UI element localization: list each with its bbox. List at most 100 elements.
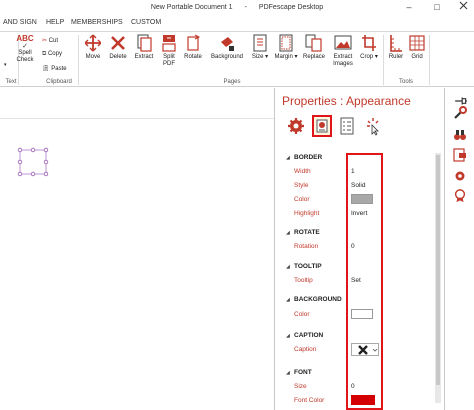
border-color-label: Color <box>294 196 310 203</box>
move-icon <box>85 34 101 52</box>
cut-label: Cut <box>48 38 59 44</box>
move-button[interactable]: Move <box>82 34 104 61</box>
size-button[interactable]: Size ▾ <box>249 34 271 61</box>
rotate-icon <box>187 34 201 51</box>
split-pdf-icon <box>162 35 176 52</box>
margin-button[interactable]: Margin ▾ <box>273 34 299 61</box>
document-flag-icon[interactable] <box>453 148 467 162</box>
section-background: BACKGROUND <box>294 296 342 303</box>
background-label: Background <box>210 54 244 60</box>
menu-memberships[interactable]: MEMBERSHIPS <box>71 19 123 26</box>
properties-scrollbar[interactable] <box>435 153 441 403</box>
pages-group-label: Pages <box>223 79 241 85</box>
crop-button[interactable]: Crop ▾ <box>357 34 381 61</box>
extract-label: Extract <box>134 54 154 60</box>
tab-options[interactable] <box>337 115 357 137</box>
paste-button[interactable]: 📋︎ Paste <box>42 65 67 72</box>
badge-icon[interactable] <box>453 189 467 203</box>
section-caption: CAPTION <box>294 332 324 339</box>
copy-icon: ⧉ <box>42 51 47 57</box>
extract-button[interactable]: Extract <box>131 34 157 61</box>
split-pdf-label: Split PDF <box>163 54 175 67</box>
background-button[interactable]: Background <box>207 34 247 61</box>
tab-general[interactable] <box>286 115 306 137</box>
scissors-icon: ✂ <box>42 38 48 44</box>
menu-and-sign[interactable]: AND SIGN <box>3 19 37 26</box>
values-highlight-box <box>346 153 383 410</box>
group-separator <box>383 35 384 85</box>
minimize-button[interactable]: – <box>400 0 418 14</box>
extract-images-button[interactable]: Extract Images <box>330 34 356 68</box>
rotation-label: Rotation <box>294 243 319 250</box>
grid-icon <box>409 35 425 51</box>
delete-button[interactable]: Delete <box>106 34 130 61</box>
margin-icon <box>279 34 293 52</box>
crop-label: Crop <box>360 54 374 60</box>
replace-label: Replace <box>302 54 325 60</box>
binoculars-icon[interactable] <box>453 128 467 142</box>
size-label: Size <box>251 54 264 60</box>
document-canvas[interactable] <box>0 88 274 410</box>
tab-actions[interactable] <box>363 115 383 137</box>
gear-icon[interactable] <box>453 169 467 183</box>
split-pdf-button[interactable]: Split PDF <box>158 34 180 68</box>
collapse-arrow-icon[interactable]: ◢ <box>286 230 290 236</box>
font-color-label: Font Color <box>294 397 325 404</box>
tooltip-label: Tooltip <box>294 277 313 284</box>
appearance-icon <box>316 119 328 133</box>
check-mark-icon: ✓ <box>22 43 28 50</box>
actions-icon <box>367 118 379 136</box>
section-font: FONT <box>294 369 312 376</box>
copy-label: Copy <box>47 51 62 57</box>
copy-button[interactable]: ⧉ Copy <box>42 51 62 58</box>
collapse-arrow-icon[interactable]: ◢ <box>286 370 290 376</box>
tab-appearance[interactable] <box>312 115 332 137</box>
move-label: Move <box>85 54 101 60</box>
collapse-arrow-icon[interactable]: ◢ <box>286 155 290 161</box>
collapse-arrow-icon[interactable]: ◢ <box>286 333 290 339</box>
menu-help[interactable]: HELP <box>46 19 64 26</box>
font-size-label: Size <box>294 383 307 390</box>
app-name: PDFescape Desktop <box>258 4 324 11</box>
crop-icon <box>362 35 376 51</box>
ruler-button[interactable]: Ruler <box>386 34 406 61</box>
rotate-label: Rotate <box>184 54 202 60</box>
group-separator <box>429 35 430 85</box>
collapse-arrow-icon[interactable]: ◢ <box>286 297 290 303</box>
close-button[interactable] <box>454 0 472 14</box>
extract-images-icon <box>334 35 352 50</box>
cut-button[interactable]: ✂ Cut <box>42 37 58 44</box>
delete-icon <box>111 36 125 50</box>
extract-icon <box>137 34 152 52</box>
scrollbar-thumb[interactable] <box>436 155 440 385</box>
title-separator: - <box>244 4 247 11</box>
collapse-arrow-icon[interactable]: ◢ <box>286 264 290 270</box>
grid-button[interactable]: Grid <box>408 34 426 61</box>
ruler-label: Ruler <box>388 54 404 60</box>
replace-button[interactable]: Replace <box>300 34 328 61</box>
border-highlight-label: Highlight <box>294 210 320 217</box>
menu-custom[interactable]: CUSTOM <box>131 19 161 26</box>
selected-form-field[interactable] <box>16 146 52 180</box>
ruler-icon <box>390 35 402 52</box>
border-style-label: Style <box>294 182 309 189</box>
background-color-label: Color <box>294 311 310 318</box>
restore-button[interactable]: □ <box>428 0 446 14</box>
rotate-button[interactable]: Rotate <box>181 34 205 61</box>
spell-check-icon: ABC <box>16 34 34 43</box>
text-group-label: Text <box>5 79 17 85</box>
wrench-icon[interactable] <box>453 106 467 120</box>
paste-icon: 📋︎ <box>42 66 50 72</box>
replace-icon <box>305 34 322 52</box>
paste-label: Paste <box>51 66 67 72</box>
size-icon <box>253 34 267 52</box>
chevron-down-icon: ▾ <box>292 54 298 60</box>
extract-images-label: Extract Images <box>333 54 353 67</box>
caption-label: Caption <box>294 346 317 353</box>
gear-icon <box>288 118 304 134</box>
dropdown-arrow-icon[interactable]: ▾ <box>4 62 7 68</box>
document-title: New Portable Document 1 <box>150 4 233 11</box>
spell-check-button[interactable]: ABC ✓ Spell Check <box>12 34 38 64</box>
section-rotate: ROTATE <box>294 229 320 236</box>
section-tooltip: TOOLTIP <box>294 263 322 270</box>
